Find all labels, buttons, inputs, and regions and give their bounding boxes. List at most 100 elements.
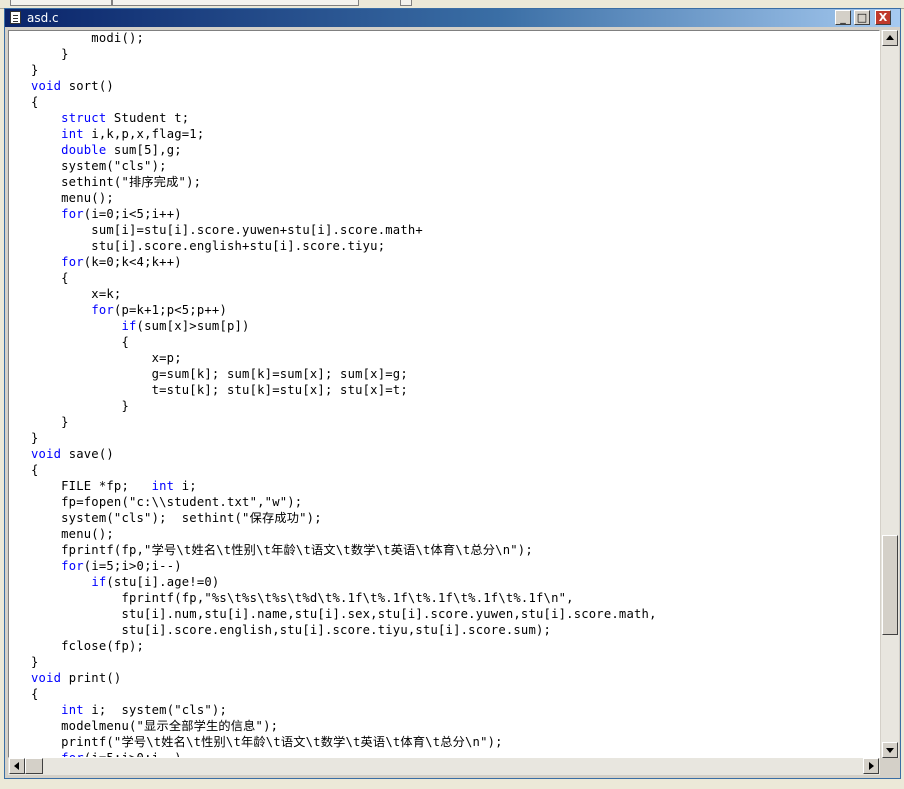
code-line: sum[i]=stu[i].score.yuwen+stu[i].score.m… xyxy=(31,222,657,238)
keyword-token: for xyxy=(61,751,84,758)
code-line: if(sum[x]>sum[p]) xyxy=(31,318,657,334)
horizontal-scrollbar[interactable] xyxy=(8,758,880,775)
keyword-token: if xyxy=(91,575,107,589)
code-line: { xyxy=(31,270,657,286)
scroll-left-arrow-icon[interactable] xyxy=(9,758,25,774)
code-line: fprintf(fp,"学号\t姓名\t性别\t年龄\t语文\t数学\t英语\t… xyxy=(31,542,657,558)
code-line: sethint("排序完成"); xyxy=(31,174,657,190)
code-line: { xyxy=(31,462,657,478)
close-button[interactable]: X xyxy=(875,10,891,25)
code-token: FILE *fp; xyxy=(31,479,152,493)
code-token: } xyxy=(31,655,39,669)
vertical-scrollbar[interactable] xyxy=(881,30,899,758)
code-token: sum[5],g; xyxy=(106,143,182,157)
code-line: stu[i].score.english,stu[i].score.tiyu,s… xyxy=(31,622,657,638)
code-line: int i,k,p,x,flag=1; xyxy=(31,126,657,142)
code-token: } xyxy=(31,47,69,61)
keyword-token: void xyxy=(31,79,62,93)
keyword-token: for xyxy=(61,207,84,221)
keyword-token: void xyxy=(31,447,62,461)
code-line: for(p=k+1;p<5;p++) xyxy=(31,302,657,318)
code-line: for(i=0;i<5;i++) xyxy=(31,206,657,222)
code-editor[interactable]: modi(); }} void sort(){ struct Student t;… xyxy=(8,30,880,758)
code-token: i,k,p,x,flag=1; xyxy=(83,127,205,141)
keyword-token: for xyxy=(61,255,84,269)
code-token: { xyxy=(31,95,39,109)
code-line: } xyxy=(31,654,657,670)
code-token: printf("学号\t姓名\t性别\t年龄\t语文\t数学\t英语\t体育\t… xyxy=(31,735,503,749)
code-line: fp=fopen("c:\\student.txt","w"); xyxy=(31,494,657,510)
code-token: { xyxy=(31,687,39,701)
code-line: } xyxy=(31,46,657,62)
code-token: sethint("排序完成"); xyxy=(31,175,202,189)
code-line: modi(); xyxy=(31,31,657,46)
code-line: } xyxy=(31,414,657,430)
keyword-token: int xyxy=(61,703,84,717)
code-token: (p=k+1;p<5;p++) xyxy=(113,303,227,317)
code-line: fclose(fp); xyxy=(31,638,657,654)
editor-window: asd.c _ □ X modi(); }} void sort(){ struc… xyxy=(4,8,901,779)
maximize-button[interactable]: □ xyxy=(854,10,870,25)
window-title: asd.c xyxy=(27,11,59,25)
code-line: for(i=5;i>0;i--) xyxy=(31,558,657,574)
keyword-token: int xyxy=(151,479,175,493)
code-token: Student t; xyxy=(106,111,190,125)
code-token: sort() xyxy=(61,79,114,93)
code-token: fclose(fp); xyxy=(31,639,145,653)
code-token: (stu[i].age!=0) xyxy=(106,575,220,589)
code-line: void print() xyxy=(31,670,657,686)
code-token: } xyxy=(31,431,39,445)
keyword-token: int xyxy=(61,127,84,141)
scrollbar-corner xyxy=(881,758,899,775)
background-tab-segment xyxy=(10,0,112,6)
code-token: modelmenu("显示全部学生的信息"); xyxy=(31,719,279,733)
scroll-right-arrow-icon[interactable] xyxy=(863,758,879,774)
code-token: { xyxy=(31,271,69,285)
code-line: modelmenu("显示全部学生的信息"); xyxy=(31,718,657,734)
code-token: system("cls"); xyxy=(31,159,167,173)
code-token: (i=5;i>0;i--) xyxy=(83,751,182,758)
code-token: (k=0;k<4;k++) xyxy=(83,255,182,269)
code-token: save() xyxy=(61,447,114,461)
code-token: stu[i].num,stu[i].name,stu[i].sex,stu[i]… xyxy=(31,607,657,621)
minimize-button[interactable]: _ xyxy=(835,10,851,25)
code-token: } xyxy=(31,63,39,77)
scroll-up-arrow-icon[interactable] xyxy=(882,30,898,46)
code-token: i; xyxy=(174,479,197,493)
scroll-down-arrow-icon[interactable] xyxy=(882,742,898,758)
code-token: } xyxy=(31,399,129,413)
code-token: (sum[x]>sum[p]) xyxy=(136,319,250,333)
code-token: fp=fopen("c:\\student.txt","w"); xyxy=(31,495,303,509)
code-line: void save() xyxy=(31,446,657,462)
title-bar[interactable]: asd.c _ □ X xyxy=(5,9,900,27)
code-line: printf("学号\t姓名\t性别\t年龄\t语文\t数学\t英语\t体育\t… xyxy=(31,734,657,750)
code-token: sum[i]=stu[i].score.yuwen+stu[i].score.m… xyxy=(31,223,423,237)
code-line: stu[i].num,stu[i].name,stu[i].sex,stu[i]… xyxy=(31,606,657,622)
code-token: fprintf(fp,"%s\t%s\t%s\t%d\t%.1f\t%.1f\t… xyxy=(31,591,574,605)
code-line: } xyxy=(31,62,657,78)
code-token: menu(); xyxy=(31,527,114,541)
vertical-scroll-thumb[interactable] xyxy=(882,535,898,635)
code-line: menu(); xyxy=(31,526,657,542)
code-line: { xyxy=(31,94,657,110)
code-line: t=stu[k]; stu[k]=stu[x]; stu[x]=t; xyxy=(31,382,657,398)
code-line: system("cls"); sethint("保存成功"); xyxy=(31,510,657,526)
keyword-token: double xyxy=(61,143,107,157)
code-token: system("cls"); sethint("保存成功"); xyxy=(31,511,322,525)
code-text[interactable]: modi(); }} void sort(){ struct Student t;… xyxy=(31,31,657,758)
horizontal-scroll-thumb[interactable] xyxy=(25,758,43,774)
code-token: } xyxy=(31,415,69,429)
code-token: modi(); xyxy=(31,31,145,45)
code-token: t=stu[k]; stu[k]=stu[x]; stu[x]=t; xyxy=(31,383,408,397)
background-tab-segment xyxy=(112,0,359,6)
code-token: { xyxy=(31,463,39,477)
keyword-token: for xyxy=(61,559,84,573)
